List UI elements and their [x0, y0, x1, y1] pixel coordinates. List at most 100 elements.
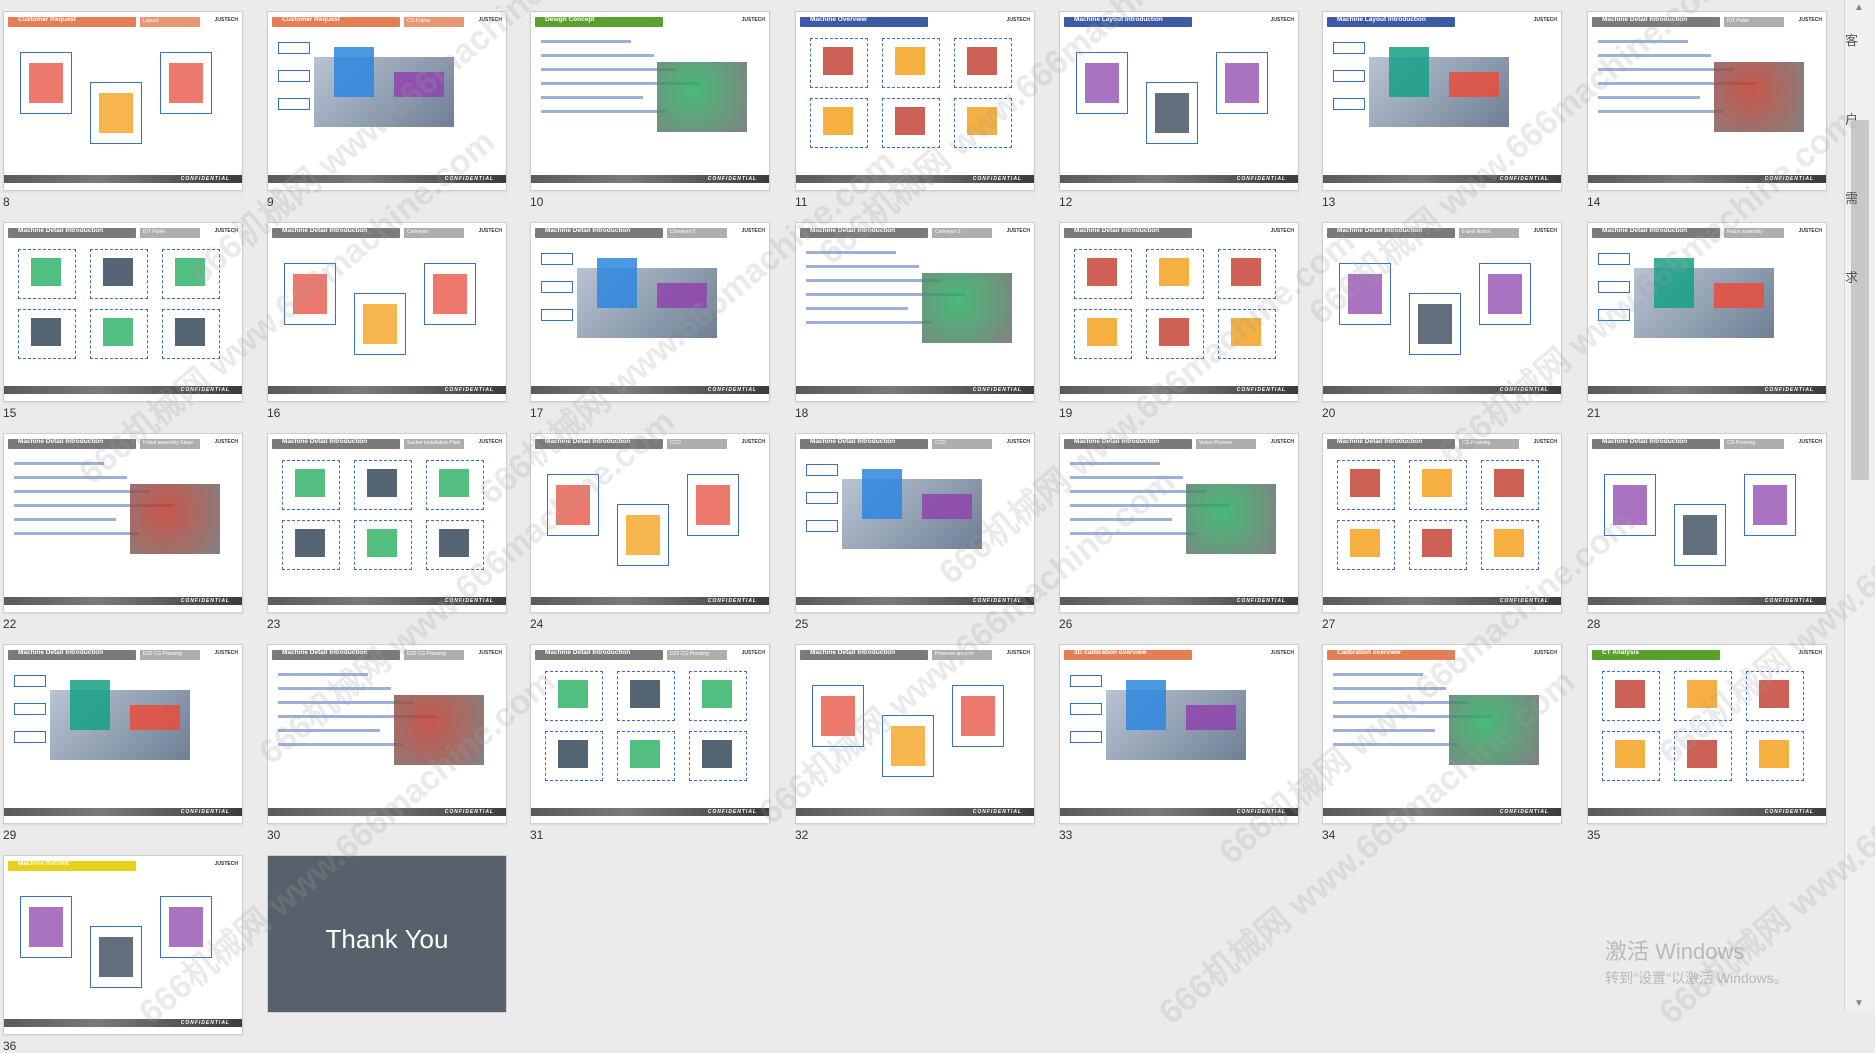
diagram-box [1339, 263, 1391, 325]
slide-thumbnail[interactable]: Machine Detail Introduction CG Pressing JU… [1322, 433, 1562, 613]
slide-thumbnail[interactable]: Machine Detail Introduction Robot assembl… [1587, 222, 1827, 402]
machine-render [657, 62, 747, 132]
slide-tag-label: 6-axis Robot [1462, 229, 1491, 235]
slide-thumbnail[interactable]: Machine Overview JUSTECH CONFIDENTIAL [795, 11, 1035, 191]
step-box [162, 249, 220, 299]
diagram-part [821, 696, 855, 736]
confidential-bar: CONFIDENTIAL [1323, 808, 1561, 816]
slide-title: 3D calibration overview [1074, 649, 1147, 656]
step-box [1337, 460, 1395, 510]
step-image [558, 740, 588, 768]
slide-thumbnail[interactable]: Machine Detail Introduction Conveyor 2 JUS… [530, 222, 770, 402]
slide-title: Calibration overview [1337, 649, 1401, 656]
slide-thumbnail[interactable]: Machine Layout Introduction JUSTECH CONFID… [1322, 11, 1562, 191]
step-box [1074, 309, 1132, 359]
slide-thumbnail[interactable]: Machine Detail Introduction IDT Pallet JUS… [3, 222, 243, 402]
confidential-bar: CONFIDENTIAL [4, 1019, 242, 1027]
text-line [541, 96, 643, 99]
slide-thumbnail[interactable]: Machine Detail Introduction 6-axis Robot J… [1322, 222, 1562, 402]
slide-title: Machine Detail Introduction [545, 227, 631, 234]
slide-thumbnail[interactable]: Machine Detail Introduction Conveyor 2 JUS… [795, 222, 1035, 402]
confidential-label: CONFIDENTIAL [972, 176, 1022, 182]
slide-thumbnail[interactable]: Customer Request Layout JUSTECH CONFIDENTIA… [3, 11, 243, 191]
scroll-down-icon[interactable]: ▼ [1854, 998, 1864, 1009]
slide-tag-bar: IDT Pallet [1724, 17, 1784, 27]
step-box [426, 520, 484, 570]
step-box [1218, 309, 1276, 359]
slide-thumbnail[interactable]: Machine Detail Introduction Pressure anal… [795, 644, 1035, 824]
slide-thumbnail[interactable]: Machine Detail Introduction JUSTECH CONFID… [1059, 222, 1299, 402]
step-box [90, 309, 148, 359]
slide-thumbnail[interactable]: Customer Request CG Frame JUSTECH CONFIDENT… [267, 11, 507, 191]
callout-box [14, 675, 46, 687]
diagram-part [1155, 93, 1189, 133]
step-image [175, 258, 205, 286]
diagram-part [1753, 485, 1787, 525]
step-image [1159, 258, 1189, 286]
slide-thumbnail[interactable]: Machine Detail Introduction CG Pressing JU… [1587, 433, 1827, 613]
activate-windows-title: 激活 Windows [1605, 939, 1745, 964]
slide-number: 22 [3, 617, 17, 631]
slide-thumbnail[interactable]: Design Concept JUSTECH CONFIDENTIAL [530, 11, 770, 191]
justech-logo: JUSTECH [1006, 650, 1030, 656]
slide-number: 27 [1322, 617, 1336, 631]
diagram-box [90, 82, 142, 144]
callout-box [1598, 309, 1630, 321]
diagram-part [29, 63, 63, 103]
step-image [31, 318, 61, 346]
confidential-bar: CONFIDENTIAL [268, 808, 506, 816]
slide-thumbnail[interactable]: Machine Detail Introduction IDT Pallet JUS… [1587, 11, 1827, 191]
slide-thumbnail[interactable]: Machine Detail Introduction D22 CG Pressi… [267, 644, 507, 824]
slide-thumbnail[interactable]: Machine Detail Introduction Robot assembl… [3, 433, 243, 613]
slide-title: Machine Detail Introduction [18, 438, 104, 445]
diagram-part [169, 907, 203, 947]
confidential-label: CONFIDENTIAL [1499, 598, 1549, 604]
step-box [1674, 671, 1732, 721]
slide-number: 31 [530, 828, 544, 842]
slide-content [274, 665, 500, 805]
slide-thumbnail[interactable]: CT Analysis JUSTECH CONFIDENTIAL [1587, 644, 1827, 824]
slide-thumbnail[interactable]: Machine Detail Introduction Vision Proces… [1059, 433, 1299, 613]
slide-thumbnail[interactable]: Machine Retrofit JUSTECH CONFIDENTIAL [3, 855, 243, 1035]
step-box [282, 460, 340, 510]
slide-title: Machine Detail Introduction [1602, 227, 1688, 234]
machine-part [394, 72, 444, 97]
slide-title: Machine Detail Introduction [1074, 227, 1160, 234]
callout-box [278, 42, 310, 54]
slide-thumbnail[interactable]: Machine Detail Introduction CCD JUSTECH CON… [530, 433, 770, 613]
slide-thumbnail[interactable]: Machine Detail Introduction Sucker Instal… [267, 433, 507, 613]
diagram-part [556, 485, 590, 525]
slide-thumbnail[interactable]: Machine Detail Introduction CCD JUSTECH CON… [795, 433, 1035, 613]
slide-thumbnail[interactable]: Machine Detail Introduction D22 CG Pressi… [530, 644, 770, 824]
justech-logo: JUSTECH [1270, 228, 1294, 234]
diagram-part [363, 304, 397, 344]
slide-title: CT Analysis [1602, 649, 1639, 656]
callout-box [541, 281, 573, 293]
slide-thumbnail[interactable]: Machine Detail Introduction Conveyor JUSTE… [267, 222, 507, 402]
step-image [1615, 680, 1645, 708]
text-line [1598, 110, 1723, 113]
step-image [630, 740, 660, 768]
step-image [823, 47, 853, 75]
slide-thumbnail[interactable]: Machine Detail Introduction D22 CG Pressi… [3, 644, 243, 824]
scroll-up-icon[interactable]: ▲ [1854, 2, 1864, 13]
machine-part [1449, 72, 1499, 97]
slide-number: 35 [1587, 828, 1601, 842]
slide-tag-label: D22 CG Pressing [407, 651, 446, 657]
slide-thumbnail[interactable]: Machine Layout Introduction JUSTECH CONFID… [1059, 11, 1299, 191]
slide-title: Customer Request [282, 16, 340, 23]
slide-title: Machine Detail Introduction [1602, 16, 1688, 23]
slide-tag-label: Robot assembly [1727, 229, 1763, 235]
slide-thumbnail[interactable]: 3D calibration overview JUSTECH CONFIDENTI… [1059, 644, 1299, 824]
callout-box [541, 253, 573, 265]
justech-logo: JUSTECH [1798, 439, 1822, 445]
slide-tag-bar: Robot assembly [1724, 228, 1784, 238]
slide-thumbnail-thank-you[interactable]: Thank You [267, 855, 507, 1013]
slide-title: Machine Detail Introduction [1074, 438, 1160, 445]
slide-tag-label: CCD [670, 440, 681, 446]
text-line [806, 321, 931, 324]
slide-thumbnail[interactable]: Calibration overview JUSTECH CONFIDENTIAL [1322, 644, 1562, 824]
text-line [14, 476, 127, 479]
step-image [895, 107, 925, 135]
justech-logo: JUSTECH [1798, 17, 1822, 23]
